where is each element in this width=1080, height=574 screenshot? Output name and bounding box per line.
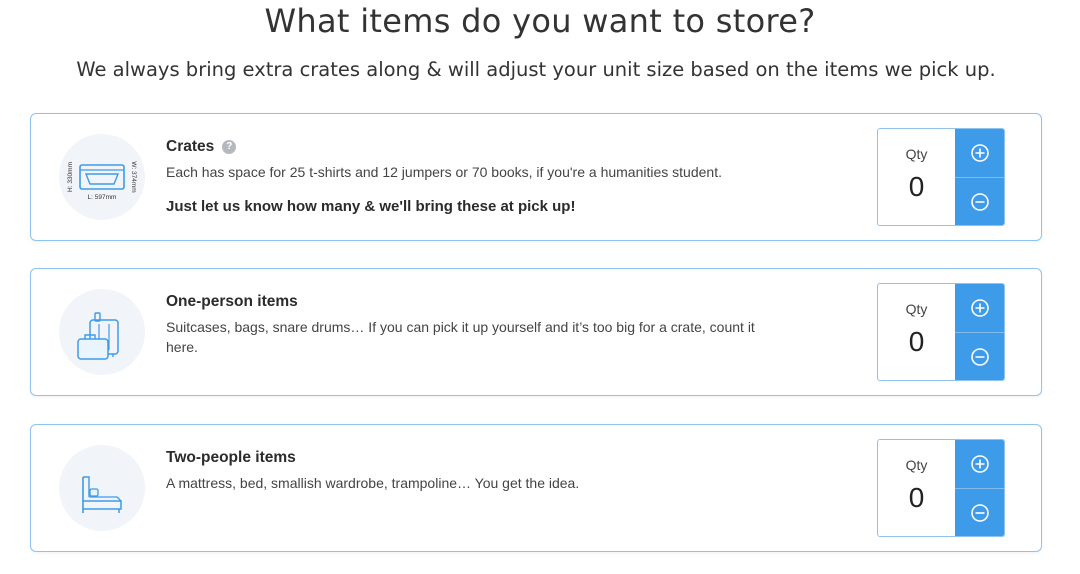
increment-button[interactable] (955, 129, 1004, 177)
plus-circle-icon (970, 455, 989, 473)
crate-length-label: L: 597mm (88, 194, 117, 201)
quantity-stepper: Qty 0 (877, 283, 1005, 381)
qty-value[interactable]: 0 (878, 482, 955, 514)
qty-label: Qty (905, 301, 928, 317)
qty-display: Qty 0 (878, 129, 955, 225)
qty-label: Qty (905, 146, 928, 162)
page-subtitle: We always bring extra crates along & wil… (76, 58, 996, 81)
item-note: Just let us know how many & we'll bring … (166, 197, 576, 215)
crate-icon: H: 330mm W: 374mm L: 597mm (59, 134, 145, 220)
qty-value[interactable]: 0 (878, 326, 955, 358)
qty-value[interactable]: 0 (878, 171, 955, 203)
increment-button[interactable] (955, 440, 1004, 488)
minus-circle-icon (970, 348, 989, 366)
quantity-stepper: Qty 0 (877, 128, 1005, 226)
item-description: A mattress, bed, smallish wardrobe, tram… (166, 474, 580, 491)
item-description: Suitcases, bags, snare drums… If you can… (166, 318, 755, 355)
help-icon[interactable]: ? (222, 139, 237, 154)
decrement-button[interactable] (955, 333, 1004, 380)
item-card-one-person: One-person items Suitcases, bags, snare … (30, 268, 1042, 396)
qty-label: Qty (905, 457, 928, 473)
item-card-crates: H: 330mm W: 374mm L: 597mm Crates? Each … (30, 113, 1042, 241)
qty-display: Qty 0 (878, 440, 955, 536)
item-card-two-people: Two-people items A mattress, bed, smalli… (30, 424, 1042, 552)
crate-height-label: H: 330mm (67, 162, 74, 192)
bed-icon (59, 445, 145, 531)
plus-circle-icon (970, 299, 989, 317)
item-description: Each has space for 25 t-shirts and 12 ju… (166, 163, 722, 180)
crate-width-label: W: 374mm (130, 161, 137, 192)
plus-circle-icon (970, 144, 989, 162)
minus-circle-icon (970, 504, 989, 522)
luggage-icon (59, 289, 145, 375)
minus-circle-icon (970, 193, 989, 211)
decrement-button[interactable] (955, 489, 1004, 536)
increment-button[interactable] (955, 284, 1004, 332)
qty-display: Qty 0 (878, 284, 955, 380)
item-title: One-person items (166, 292, 298, 310)
page-title: What items do you want to store? (264, 2, 816, 40)
quantity-stepper: Qty 0 (877, 439, 1005, 537)
item-title: Two-people items (166, 448, 296, 466)
decrement-button[interactable] (955, 178, 1004, 225)
item-title: Crates (166, 137, 215, 155)
